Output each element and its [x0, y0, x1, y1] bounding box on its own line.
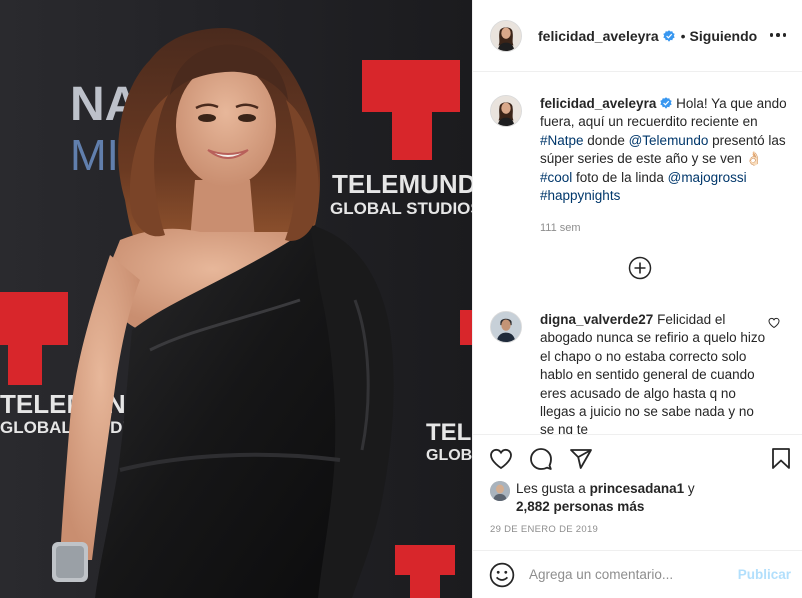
comment-item: digna_valverde27 Felicidad el abogado nu…: [490, 311, 790, 435]
mention-telemundo[interactable]: @Telemundo: [629, 133, 709, 148]
post-photo[interactable]: NAT MI TELEMUNDO GLOBAL STUDIOS TELEMUND…: [0, 0, 472, 598]
emoji-icon[interactable]: [489, 562, 515, 588]
post-caption: felicidad_aveleyra Hola! Ya que ando fue…: [490, 95, 790, 238]
like-heart-icon[interactable]: [489, 447, 513, 471]
liker-username[interactable]: princesadana1: [590, 481, 685, 496]
comments-list[interactable]: felicidad_aveleyra Hola! Ya que ando fue…: [473, 73, 802, 435]
caption-username[interactable]: felicidad_aveleyra: [540, 96, 656, 111]
likes-prefix: Les gusta a: [516, 481, 590, 496]
load-more-comments-icon[interactable]: [628, 256, 652, 280]
action-bar: [473, 434, 802, 478]
commenter-username[interactable]: digna_valverde27: [540, 312, 653, 327]
svg-text:GLOBAL STUDIOS: GLOBAL STUDIOS: [330, 199, 472, 218]
hashtag-cool[interactable]: #cool: [540, 170, 572, 185]
svg-text:GLOBAL: GLOBAL: [426, 447, 472, 464]
post-side-panel: felicidad_aveleyra • Siguiendo felicidad…: [472, 0, 802, 598]
author-username[interactable]: felicidad_aveleyra: [538, 28, 659, 44]
share-plane-icon[interactable]: [569, 447, 593, 471]
svg-text:TELE: TELE: [426, 419, 472, 446]
likes-text: Les gusta a princesadana1 y 2,882 person…: [516, 480, 695, 516]
liker-avatar[interactable]: [490, 481, 510, 501]
header-separator: •: [680, 27, 686, 44]
more-options-icon[interactable]: [765, 22, 791, 48]
publish-button[interactable]: Publicar: [738, 567, 791, 582]
caption-age[interactable]: 111 sem: [540, 219, 790, 237]
verified-badge-icon: [662, 29, 675, 42]
ok-hand-emoji: 👌🏻: [745, 151, 763, 167]
comment-composer: Publicar: [473, 550, 802, 598]
caption-segment: donde: [583, 132, 629, 148]
caption-text: felicidad_aveleyra Hola! Ya que ando fue…: [540, 95, 790, 238]
save-bookmark-icon[interactable]: [769, 447, 793, 471]
mention-majogrossi[interactable]: @majogrossi: [668, 170, 747, 185]
svg-text:TELEMUNDO: TELEMUNDO: [332, 169, 472, 199]
hashtag-natpe[interactable]: #Natpe: [540, 133, 584, 148]
verified-badge-icon: [660, 97, 673, 109]
post-date[interactable]: 29 DE ENERO DE 2019: [490, 524, 598, 535]
post-header: felicidad_aveleyra • Siguiendo: [473, 0, 802, 72]
following-button[interactable]: Siguiendo: [690, 28, 758, 44]
comment-input[interactable]: [529, 567, 729, 582]
caption-author-avatar[interactable]: [490, 95, 522, 127]
hashtag-happynights[interactable]: #happynights: [540, 188, 620, 203]
likes-conjunction: y: [684, 481, 695, 496]
caption-segment: foto de la linda: [572, 169, 668, 185]
comment-like-heart-icon[interactable]: [768, 317, 780, 329]
comment-text: digna_valverde27 Felicidad el abogado nu…: [540, 311, 766, 435]
author-avatar[interactable]: [490, 19, 522, 52]
commenter-avatar[interactable]: [490, 311, 522, 343]
likes-count[interactable]: 2,882 personas más: [516, 499, 644, 514]
comment-bubble-icon[interactable]: [529, 447, 553, 471]
comment-body: Felicidad el abogado nunca se refirio a …: [540, 312, 766, 435]
svg-text:MI: MI: [70, 131, 119, 180]
likes-summary: Les gusta a princesadana1 y 2,882 person…: [490, 480, 790, 516]
post-image: NAT MI TELEMUNDO GLOBAL STUDIOS TELEMUND…: [0, 0, 472, 598]
